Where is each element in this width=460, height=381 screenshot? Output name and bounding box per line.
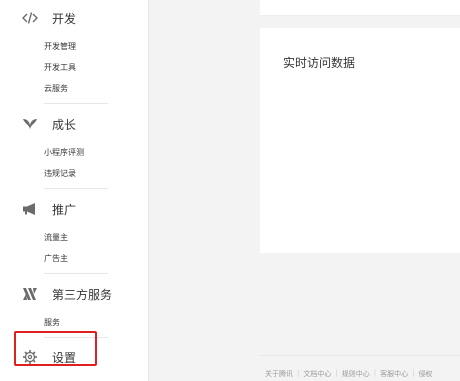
sidebar-item-service[interactable]: 服务 (44, 318, 60, 328)
card-title: 实时访问数据 (283, 56, 356, 70)
divider (44, 188, 108, 189)
code-icon (22, 10, 38, 26)
footer-link-support[interactable]: 客服中心 (380, 369, 408, 381)
sidebar-item-violations[interactable]: 违规记录 (44, 169, 76, 179)
footer-separator: | (373, 369, 377, 377)
footer-separator: | (297, 369, 300, 377)
section-growth[interactable]: 成长 (22, 114, 76, 134)
footer-separator: | (335, 369, 338, 377)
section-dev-label: 开发 (52, 11, 77, 26)
divider (44, 273, 108, 274)
top-card (260, 0, 460, 16)
section-third-party-label: 第三方服务 (52, 287, 113, 302)
footer-link-infringement[interactable]: 侵权 (418, 369, 432, 381)
sidebar: 开发 开发管理 开发工具 云服务 成长 小程序评测 违规记录 推广 流量主 广告… (0, 0, 149, 381)
third-party-logo-icon (22, 286, 38, 302)
section-promotion-label: 推广 (52, 202, 77, 217)
section-growth-label: 成长 (52, 117, 77, 132)
sidebar-item-dev-tools[interactable]: 开发工具 (44, 63, 76, 73)
sidebar-item-traffic-owner[interactable]: 流量主 (44, 233, 68, 243)
settings-highlight-box (14, 331, 97, 366)
sidebar-item-dev-management[interactable]: 开发管理 (44, 42, 76, 52)
section-dev[interactable]: 开发 (22, 8, 76, 28)
sidebar-item-evaluation[interactable]: 小程序评测 (44, 148, 84, 158)
realtime-data-card: 实时访问数据 (260, 28, 460, 253)
footer-separator: | (412, 369, 415, 377)
sidebar-item-cloud-service[interactable]: 云服务 (44, 84, 68, 94)
section-promotion[interactable]: 推广 (22, 199, 76, 219)
divider (44, 103, 108, 104)
footer-link-rules[interactable]: 规则中心 (342, 369, 370, 381)
footer-divider (260, 355, 460, 356)
footer-link-about[interactable]: 关于腾讯 (265, 369, 293, 381)
sidebar-item-advertiser[interactable]: 广告主 (44, 254, 68, 264)
footer: 关于腾讯 | 文档中心 | 规则中心 | 客服中心 | 侵权 (265, 369, 432, 381)
footer-link-docs[interactable]: 文档中心 (303, 369, 331, 381)
leaf-icon (22, 116, 38, 132)
section-third-party[interactable]: 第三方服务 (22, 284, 112, 304)
megaphone-icon (22, 201, 38, 217)
